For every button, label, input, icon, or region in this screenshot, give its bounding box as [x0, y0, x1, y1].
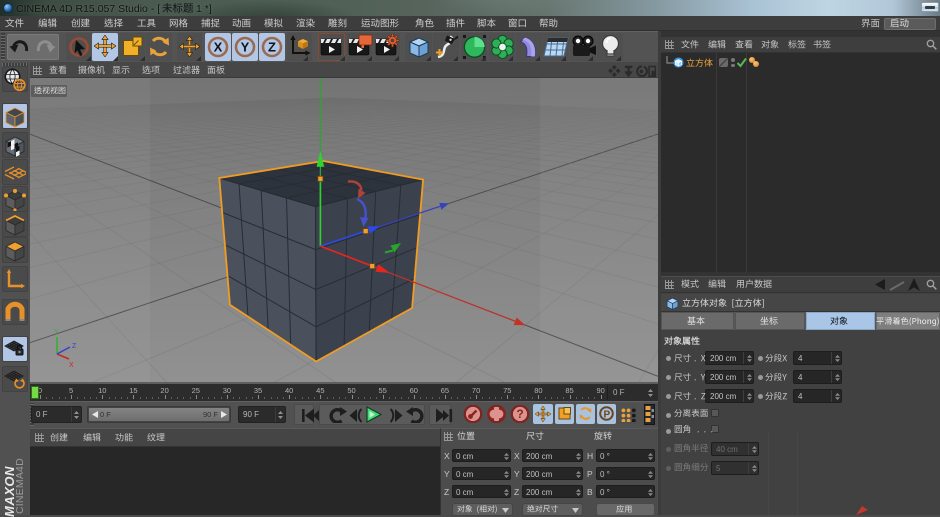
svg-text:X: X — [214, 40, 223, 55]
svg-text:Z: Z — [268, 40, 276, 55]
svg-text:X: X — [69, 362, 74, 369]
svg-text:P: P — [603, 410, 610, 421]
svg-text:Y: Y — [54, 329, 59, 336]
svg-text:Y: Y — [241, 40, 250, 55]
svg-text:Z: Z — [72, 343, 77, 350]
svg-text:?: ? — [516, 407, 523, 421]
